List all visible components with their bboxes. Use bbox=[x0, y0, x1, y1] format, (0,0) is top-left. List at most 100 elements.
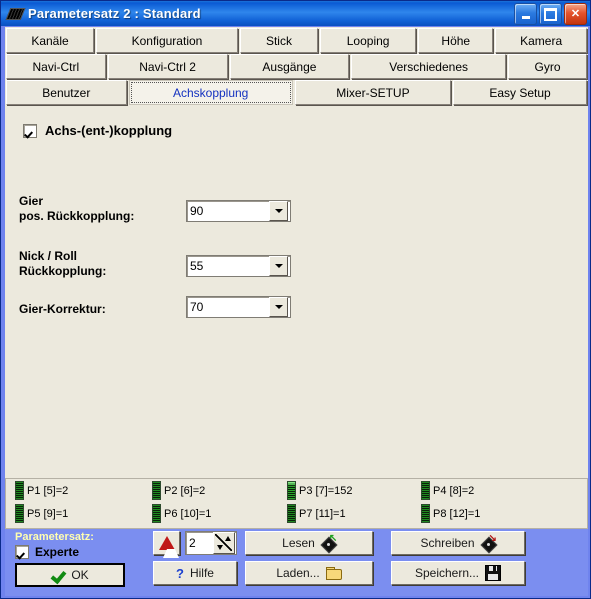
lesen-button[interactable]: Lesen ↖ bbox=[245, 531, 373, 555]
stepper-up-icon[interactable] bbox=[225, 536, 231, 541]
close-icon: ✕ bbox=[570, 7, 581, 20]
status-text: P4 [8]=2 bbox=[433, 484, 475, 497]
status-item-p7: P7 [11]=1 bbox=[287, 504, 421, 523]
gier-korrektur-label: Gier-Korrektur: bbox=[19, 302, 106, 316]
read-diamond-icon: ↖ bbox=[320, 533, 338, 553]
question-mark-icon: ? bbox=[176, 565, 184, 581]
tab-stick[interactable]: Stick bbox=[239, 28, 318, 53]
tab-verschiedenes[interactable]: Verschiedenes bbox=[351, 54, 506, 79]
warning-button[interactable] bbox=[153, 531, 180, 558]
nick-roll-rueckkopplung-value: 55 bbox=[190, 259, 204, 273]
stepper-down-icon[interactable] bbox=[217, 545, 223, 550]
status-text: P8 [12]=1 bbox=[433, 507, 481, 520]
title-bar: Parametersatz 2 : Standard ✕ bbox=[1, 1, 590, 26]
gier-pos-rueckkopplung-label: Gier pos. Rückkopplung: bbox=[19, 194, 135, 223]
laden-button[interactable]: Laden... bbox=[245, 561, 373, 585]
led-indicator bbox=[15, 481, 24, 500]
chevron-down-icon[interactable] bbox=[269, 201, 288, 221]
status-text: P1 [5]=2 bbox=[27, 484, 69, 497]
status-item-p2: P2 [6]=2 bbox=[152, 481, 287, 500]
gier-korrektur-value: 70 bbox=[190, 300, 204, 314]
ok-button[interactable]: OK bbox=[15, 563, 125, 587]
minimize-button[interactable] bbox=[514, 3, 537, 25]
chevron-down-icon[interactable] bbox=[269, 297, 288, 317]
tab-mixer-setup[interactable]: Mixer-SETUP bbox=[294, 80, 452, 105]
check-icon bbox=[51, 569, 65, 581]
field-gier-label-wrap: Gier pos. Rückkopplung: bbox=[19, 194, 134, 224]
tab-row-1: Kanäle Konfiguration Stick Looping Höhe … bbox=[5, 27, 588, 53]
tab-kamera[interactable]: Kamera bbox=[495, 28, 588, 53]
status-row-2: P5 [9]=1 P6 [10]=1 P7 [11]=1 P8 [12]=1 bbox=[6, 502, 587, 525]
bottom-toolbar: Parametersatz: Experte OK 2 ? Hilfe bbox=[5, 529, 588, 596]
application-window: Parametersatz 2 : Standard ✕ Kanäle Konf… bbox=[0, 0, 591, 599]
chevron-down-icon[interactable] bbox=[269, 256, 288, 276]
schreiben-button-label: Schreiben bbox=[420, 536, 475, 550]
speichern-button[interactable]: Speichern... bbox=[391, 561, 525, 585]
status-row-1: P1 [5]=2 P2 [6]=2 P3 [7]=152 P4 [8]=2 bbox=[6, 479, 587, 502]
led-indicator bbox=[421, 481, 430, 500]
tab-navi-ctrl-2[interactable]: Navi-Ctrl 2 bbox=[107, 54, 228, 79]
experte-label: Experte bbox=[35, 545, 80, 559]
experte-checkbox-row[interactable]: Experte bbox=[15, 545, 79, 559]
tab-panel-achskopplung: Achs-(ent-)kopplung Gier pos. Rückkopplu… bbox=[5, 109, 588, 478]
close-button[interactable]: ✕ bbox=[564, 3, 587, 25]
tab-kanaele[interactable]: Kanäle bbox=[6, 28, 95, 53]
led-indicator bbox=[287, 504, 296, 523]
nick-roll-rueckkopplung-combo[interactable]: 55 bbox=[186, 255, 291, 277]
parametersatz-group-title: Parametersatz: bbox=[15, 531, 94, 543]
parametersatz-group: Parametersatz: Experte OK bbox=[11, 531, 133, 590]
warning-triangle-icon bbox=[158, 536, 179, 558]
status-item-p3: P3 [7]=152 bbox=[287, 481, 421, 500]
tab-konfiguration[interactable]: Konfiguration bbox=[96, 28, 238, 53]
schreiben-button[interactable]: Schreiben ↘ bbox=[391, 531, 525, 555]
tab-hoehe[interactable]: Höhe bbox=[418, 28, 494, 53]
parameterset-value: 2 bbox=[189, 536, 196, 550]
achskopplung-checkbox[interactable] bbox=[23, 123, 37, 138]
tab-ausgaenge[interactable]: Ausgänge bbox=[229, 54, 350, 79]
write-diamond-icon: ↘ bbox=[480, 533, 498, 553]
status-item-p6: P6 [10]=1 bbox=[152, 504, 287, 523]
tab-row-3: Benutzer Achskopplung Mixer-SETUP Easy S… bbox=[5, 79, 588, 105]
gier-pos-rueckkopplung-value: 90 bbox=[190, 204, 204, 218]
led-indicator bbox=[287, 481, 296, 500]
status-text: P5 [9]=1 bbox=[27, 507, 69, 520]
hilfe-button-label: Hilfe bbox=[189, 566, 214, 580]
status-text: P6 [10]=1 bbox=[164, 507, 212, 520]
speichern-button-label: Speichern... bbox=[414, 566, 480, 580]
tab-strip: Kanäle Konfiguration Stick Looping Höhe … bbox=[5, 27, 588, 109]
led-indicator bbox=[421, 504, 430, 523]
tab-navi-ctrl[interactable]: Navi-Ctrl bbox=[6, 54, 106, 79]
status-item-p1: P1 [5]=2 bbox=[6, 481, 152, 500]
experte-checkbox[interactable] bbox=[15, 545, 29, 559]
folder-open-icon bbox=[325, 567, 342, 580]
ok-button-label: OK bbox=[71, 568, 89, 582]
stepper-buttons[interactable] bbox=[213, 532, 235, 554]
tab-looping[interactable]: Looping bbox=[320, 28, 417, 53]
lesen-button-label: Lesen bbox=[282, 536, 315, 550]
tab-achskopplung[interactable]: Achskopplung bbox=[128, 80, 293, 105]
parameter-status-panel: P1 [5]=2 P2 [6]=2 P3 [7]=152 P4 [8]=2 P5… bbox=[5, 478, 588, 529]
hilfe-button[interactable]: ? Hilfe bbox=[153, 561, 237, 585]
minimize-icon bbox=[521, 15, 530, 19]
led-indicator bbox=[15, 504, 24, 523]
nick-roll-rueckkopplung-label: Nick / Roll Rückkopplung: bbox=[19, 249, 107, 278]
gier-korrektur-combo[interactable]: 70 bbox=[186, 296, 291, 318]
maximize-icon bbox=[544, 7, 557, 21]
gier-pos-rueckkopplung-combo[interactable]: 90 bbox=[186, 200, 291, 222]
led-indicator bbox=[152, 504, 161, 523]
status-item-p5: P5 [9]=1 bbox=[6, 504, 152, 523]
status-text: P2 [6]=2 bbox=[164, 484, 206, 497]
window-controls: ✕ bbox=[514, 3, 587, 25]
status-text: P7 [11]=1 bbox=[299, 507, 346, 520]
package-icon bbox=[5, 6, 26, 22]
window-title: Parametersatz 2 : Standard bbox=[28, 6, 201, 21]
tab-row-2: Navi-Ctrl Navi-Ctrl 2 Ausgänge Verschied… bbox=[5, 53, 588, 79]
tab-benutzer[interactable]: Benutzer bbox=[6, 80, 127, 105]
tab-gyro[interactable]: Gyro bbox=[507, 54, 587, 79]
parameterset-stepper[interactable]: 2 bbox=[185, 531, 237, 555]
achskopplung-checkbox-row[interactable]: Achs-(ent-)kopplung bbox=[23, 123, 172, 138]
tab-easy-setup[interactable]: Easy Setup bbox=[453, 80, 587, 105]
status-text: P3 [7]=152 bbox=[299, 484, 353, 497]
maximize-button[interactable] bbox=[539, 3, 562, 25]
led-indicator bbox=[152, 481, 161, 500]
